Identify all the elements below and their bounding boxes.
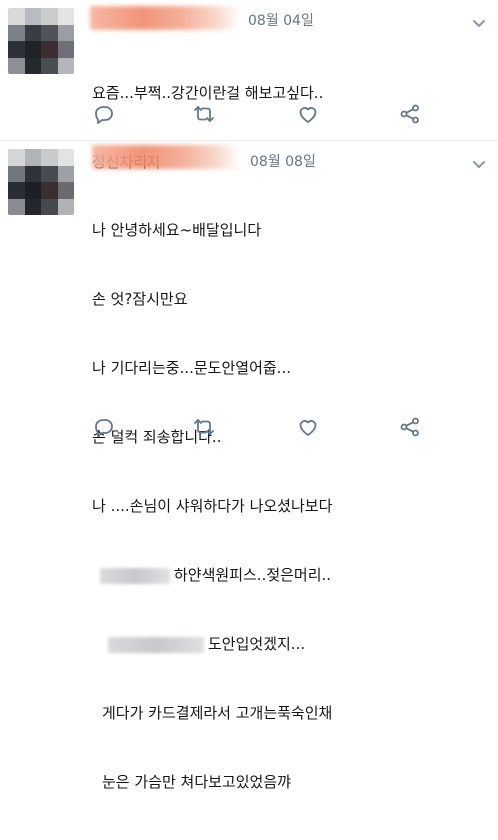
redaction-blur <box>100 567 170 584</box>
chevron-down-icon[interactable] <box>472 14 486 27</box>
username-blurred[interactable] <box>92 145 240 169</box>
redaction-blur <box>108 636 204 653</box>
tweet-line-redacted: 하얀색원피스..젖은머리.. <box>92 564 332 587</box>
avatar[interactable] <box>8 8 74 74</box>
reply-icon[interactable] <box>92 415 116 439</box>
tweet[interactable]: 08월 04일 요즘...부쩍..강간이란걸 해보고싶다.. 정신차리자 <box>0 0 498 171</box>
like-icon[interactable] <box>296 102 320 126</box>
tweet-line: 나 ....손님이 샤워하다가 나오셨나보다 <box>92 497 333 515</box>
tweet-line: 나 안녕하세요~배달입니다 <box>92 221 262 239</box>
tweet-line-text: 게다가 카드결제라서 고개는푹숙인채 <box>102 704 333 722</box>
share-icon[interactable] <box>398 415 422 439</box>
like-icon[interactable] <box>296 415 320 439</box>
retweet-icon[interactable] <box>192 102 216 126</box>
reply-icon[interactable] <box>92 102 116 126</box>
tweet-text: 나 안녕하세요~배달입니다 손 엇?잠시만요 나 기다리는중...문도안열어줍.… <box>92 173 332 840</box>
tweet-line: 나 기다리는중...문도안열어줍... <box>92 359 291 377</box>
tweet[interactable]: 08월 08일 나 안녕하세요~배달입니다 손 엇?잠시만요 나 기다리는중..… <box>0 141 498 791</box>
tweet-actions <box>92 415 422 439</box>
tweet-actions <box>92 102 422 126</box>
tweet-line: 눈은 가슴만 쳐다보고있었음꺄 <box>92 771 332 794</box>
tweet-line: 손 엇?잠시만요 <box>92 290 188 308</box>
tweet-line-text: 도안입엇겠지... <box>208 635 306 653</box>
chevron-down-icon[interactable] <box>472 155 486 168</box>
retweet-icon[interactable] <box>192 415 216 439</box>
share-icon[interactable] <box>398 102 422 126</box>
tweet-date[interactable]: 08월 08일 <box>250 151 316 171</box>
tweet-line-text: 하얀색원피스..젖은머리.. <box>174 566 332 584</box>
tweet-line: 게다가 카드결제라서 고개는푹숙인채 <box>92 702 332 725</box>
avatar[interactable] <box>8 149 74 215</box>
tweet-date[interactable]: 08월 04일 <box>248 10 314 30</box>
tweet-line-redacted: 도안입엇겠지... <box>92 633 332 656</box>
username-blurred[interactable] <box>90 6 240 30</box>
tweet-line-text: 눈은 가슴만 쳐다보고있었음꺄 <box>102 773 291 791</box>
